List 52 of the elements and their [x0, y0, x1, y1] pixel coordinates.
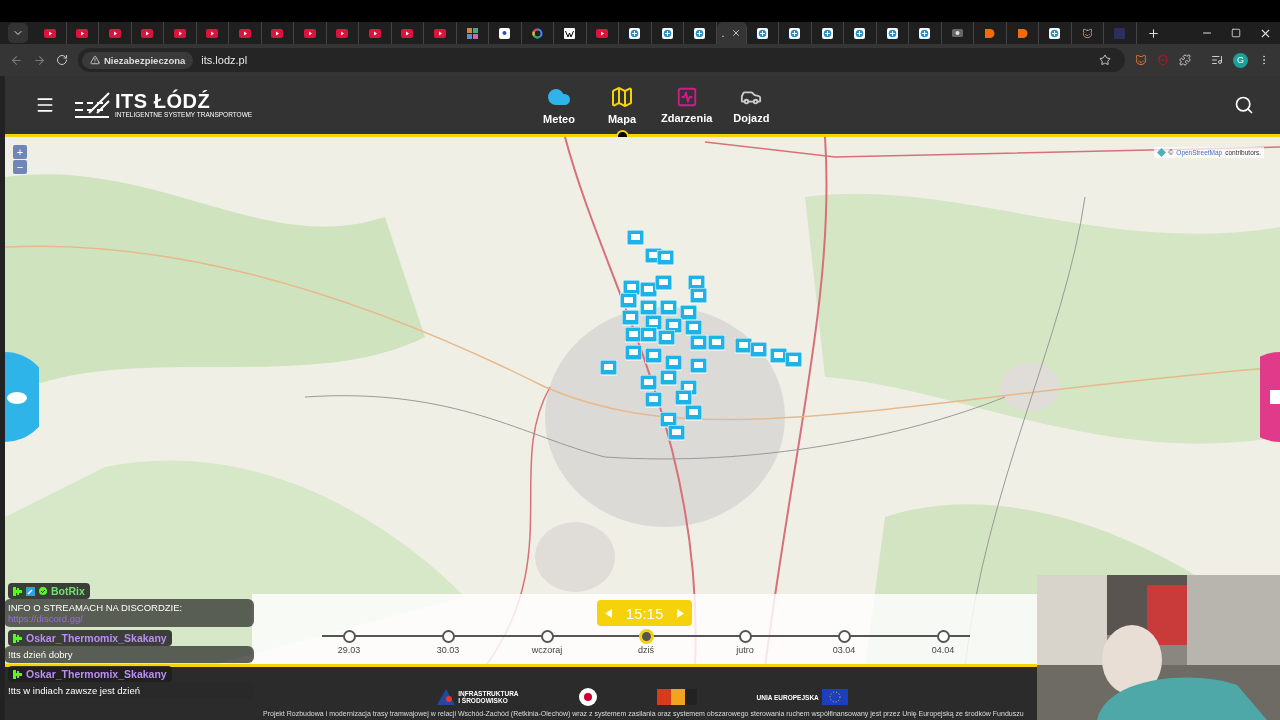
tab-icon	[984, 27, 996, 39]
video-icon	[206, 28, 219, 38]
forward-icon[interactable]	[33, 53, 46, 67]
address-bar[interactable]: Niezabezpieczona its.lodz.pl	[78, 48, 1125, 72]
video-icon	[238, 28, 251, 38]
video-icon	[368, 28, 381, 38]
video-icon	[303, 28, 316, 38]
stripes-logo-icon	[656, 689, 697, 705]
tab-icon	[1016, 27, 1028, 39]
message-text: !tts w indiach zawsze jest dzień	[8, 685, 141, 696]
event-icon	[675, 86, 698, 108]
tab-list-button[interactable]	[8, 23, 28, 43]
video-icon	[141, 28, 154, 38]
extension-icon[interactable]	[1135, 54, 1147, 66]
nav-tab[interactable]: Dojazd	[727, 76, 776, 134]
logo-title: ITS ŁÓDŹ	[115, 91, 212, 111]
video-icon	[433, 28, 446, 38]
video-icon	[271, 28, 284, 38]
nav-tab[interactable]: Meteo	[535, 76, 583, 134]
extensions-icon[interactable]	[1179, 54, 1191, 66]
back-icon[interactable]	[10, 53, 23, 67]
document-icon	[499, 27, 511, 39]
media-icon[interactable]	[1211, 54, 1223, 66]
close-icon[interactable]	[730, 28, 741, 38]
video-icon	[43, 28, 56, 38]
video-icon	[336, 28, 349, 38]
bookmark-icon[interactable]	[1099, 54, 1111, 66]
search-icon[interactable]	[1234, 95, 1254, 115]
menu-icon[interactable]	[35, 95, 55, 115]
map-icon	[610, 85, 634, 109]
cat-icon	[1081, 27, 1093, 39]
badge-icon	[13, 669, 22, 679]
mosaic-icon	[466, 27, 478, 39]
video-icon	[108, 28, 121, 38]
browser-tab[interactable]: .	[716, 22, 747, 44]
nav-tab[interactable]: Zdarzenia	[661, 76, 713, 134]
city-logo-icon	[578, 688, 597, 706]
video-icon	[596, 28, 609, 38]
reload-icon[interactable]	[56, 54, 68, 66]
warning-icon	[90, 55, 100, 65]
camera-icon	[951, 29, 963, 37]
video-icon	[401, 28, 414, 38]
google-icon	[531, 27, 543, 39]
wiki-icon	[564, 27, 576, 39]
new-tab-icon[interactable]	[1146, 26, 1160, 40]
video-icon	[173, 28, 186, 38]
tab-icon	[1114, 27, 1126, 39]
security-chip[interactable]: Niezabezpieczona	[82, 51, 194, 69]
logo-icon	[75, 91, 111, 119]
maximize-icon[interactable]	[1231, 28, 1241, 38]
video-icon	[76, 28, 89, 38]
chat-username: Oskar_Thermomix_Skakany	[26, 668, 167, 680]
